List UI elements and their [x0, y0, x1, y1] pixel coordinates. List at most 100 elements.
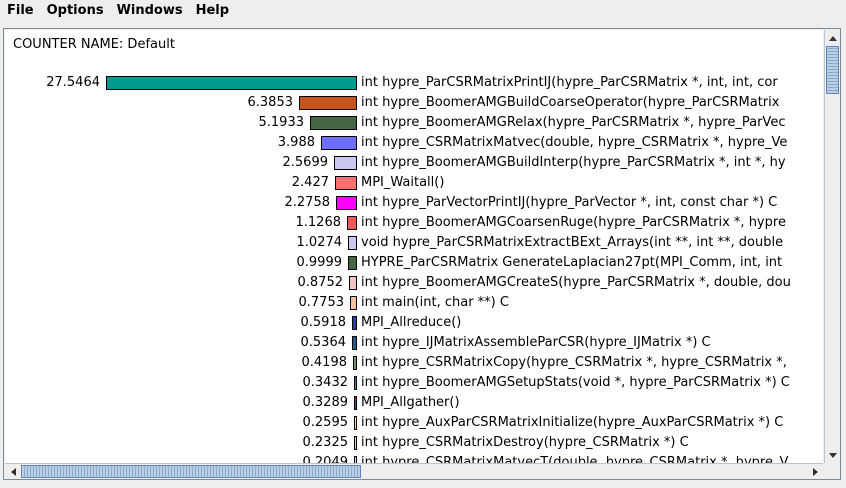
function-name-label: int main(int, char **) C	[361, 295, 509, 310]
function-name-label: int hypre_IJMatrixAssembleParCSR(hypre_I…	[361, 335, 711, 350]
scrollbar-corner	[824, 463, 840, 479]
function-name-label: int hypre_CSRMatrixCopy(hypre_CSRMatrix …	[361, 355, 787, 370]
bar[interactable]	[347, 216, 357, 230]
bar-value-label: 0.9999	[296, 255, 343, 270]
function-name-label: int hypre_CSRMatrixMatvec(double, hypre_…	[361, 135, 788, 150]
vertical-scrollbar[interactable]	[824, 30, 840, 463]
scroll-right-button[interactable]	[807, 464, 823, 480]
bar[interactable]	[349, 276, 357, 290]
bar[interactable]	[348, 256, 357, 270]
table-row[interactable]: 5.1933 int hypre_BoomerAMGRelax(hypre_Par…	[5, 113, 823, 133]
function-name-label: MPI_Allgather()	[361, 395, 460, 410]
function-name-label: int hypre_BoomerAMGSetupStats(void *, hy…	[361, 375, 790, 390]
bar[interactable]	[336, 196, 357, 210]
menu-file[interactable]: File	[1, 0, 40, 22]
bar[interactable]	[348, 236, 357, 250]
table-row[interactable]: 0.2595 int hypre_AuxParCSRMatrixInitializ…	[5, 413, 823, 433]
bar-chart-area: COUNTER NAME: Default 27.5464 int hypre_P…	[5, 30, 823, 463]
table-row[interactable]: 2.427 MPI_Waitall()	[5, 173, 823, 193]
bar-value-label: 5.1933	[258, 115, 305, 130]
bar-value-label: 0.7753	[298, 295, 345, 310]
scroll-left-button[interactable]	[5, 464, 21, 480]
arrow-down-icon	[829, 452, 837, 458]
bar-value-label: 1.1268	[295, 215, 342, 230]
table-row[interactable]: 27.5464 int hypre_ParCSRMatrixPrintIJ(hyp…	[5, 73, 823, 93]
bar-value-label: 0.4198	[301, 355, 348, 370]
bar[interactable]	[354, 376, 357, 390]
arrow-right-icon	[812, 468, 818, 476]
table-row[interactable]: 1.1268 int hypre_BoomerAMGCoarsenRuge(hyp…	[5, 213, 823, 233]
function-name-label: int hypre_BoomerAMGBuildInterp(hypre_Par…	[361, 155, 786, 170]
bar[interactable]	[354, 416, 357, 430]
table-row[interactable]: 0.2325 int hypre_CSRMatrixDestroy(hypre_C…	[5, 433, 823, 453]
horizontal-scrollbar[interactable]	[5, 463, 823, 479]
bar[interactable]	[354, 436, 357, 450]
bar-value-label: 6.3853	[247, 95, 294, 110]
menu-options[interactable]: Options	[41, 0, 110, 22]
bar-value-label: 0.5364	[300, 335, 347, 350]
bar-value-label: 2.2758	[284, 195, 331, 210]
function-name-label: int hypre_CSRMatrixMatvecT(double, hypre…	[361, 455, 789, 463]
bar[interactable]	[106, 76, 357, 90]
function-name-label: HYPRE_ParCSRMatrix GenerateLaplacian27pt…	[361, 255, 783, 270]
bar-value-label: 0.2595	[302, 415, 349, 430]
table-row[interactable]: 0.9999 HYPRE_ParCSRMatrix GenerateLaplaci…	[5, 253, 823, 273]
table-row[interactable]: 0.3289 MPI_Allgather()	[5, 393, 823, 413]
table-row[interactable]: 0.5364 int hypre_IJMatrixAssembleParCSR(h…	[5, 333, 823, 353]
scroll-up-button[interactable]	[825, 30, 841, 46]
table-row[interactable]: 0.7753 int main(int, char **) C	[5, 293, 823, 313]
bar[interactable]	[321, 136, 357, 150]
function-name-label: int hypre_CSRMatrixDestroy(hypre_CSRMatr…	[361, 435, 689, 450]
table-row[interactable]: 0.5918 MPI_Allreduce()	[5, 313, 823, 333]
bar-value-label: 0.3289	[302, 395, 349, 410]
bar-value-label: 0.5918	[300, 315, 347, 330]
menubar: File Options Windows Help	[0, 0, 846, 22]
bar-value-label: 2.427	[291, 175, 329, 190]
bar[interactable]	[310, 116, 357, 130]
arrow-left-icon	[10, 468, 16, 476]
table-row[interactable]: 0.8752 int hypre_BoomerAMGCreateS(hypre_P…	[5, 273, 823, 293]
bar-value-label: 0.2325	[302, 435, 349, 450]
function-name-label: int hypre_ParCSRMatrixPrintIJ(hypre_ParC…	[361, 75, 778, 90]
function-name-label: int hypre_BoomerAMGRelax(hypre_ParCSRMat…	[361, 115, 786, 130]
bar[interactable]	[352, 336, 357, 350]
bar[interactable]	[354, 456, 357, 463]
bar[interactable]	[335, 176, 357, 190]
function-name-label: int hypre_BoomerAMGCoarsenRuge(hypre_Par…	[361, 215, 786, 230]
menu-windows[interactable]: Windows	[111, 0, 189, 22]
profile-panel: COUNTER NAME: Default 27.5464 int hypre_P…	[3, 28, 841, 480]
arrow-up-icon	[829, 35, 837, 41]
bar[interactable]	[352, 316, 357, 330]
table-row[interactable]: 0.3432 int hypre_BoomerAMGSetupStats(void…	[5, 373, 823, 393]
bar-value-label: 3.988	[277, 135, 315, 150]
table-row[interactable]: 6.3853 int hypre_BoomerAMGBuildCoarseOper…	[5, 93, 823, 113]
function-name-label: int hypre_AuxParCSRMatrixInitialize(hypr…	[361, 415, 784, 430]
bar[interactable]	[334, 156, 357, 170]
counter-name-label: COUNTER NAME: Default	[13, 37, 175, 52]
table-row[interactable]: 3.988 int hypre_CSRMatrixMatvec(double, h…	[5, 133, 823, 153]
table-row[interactable]: 0.4198 int hypre_CSRMatrixCopy(hypre_CSRM…	[5, 353, 823, 373]
bar[interactable]	[353, 356, 357, 370]
table-row[interactable]: 2.5699 int hypre_BoomerAMGBuildInterp(hyp…	[5, 153, 823, 173]
bar-value-label: 27.5464	[46, 75, 100, 90]
function-name-label: MPI_Waitall()	[361, 175, 445, 190]
table-row[interactable]: 1.0274 void hypre_ParCSRMatrixExtractBExt…	[5, 233, 823, 253]
horizontal-scroll-thumb[interactable]	[21, 465, 361, 478]
function-name-label: MPI_Allreduce()	[361, 315, 462, 330]
menu-help[interactable]: Help	[190, 0, 235, 22]
function-name-label: void hypre_ParCSRMatrixExtractBExt_Array…	[361, 235, 784, 250]
function-name-label: int hypre_ParVectorPrintIJ(hypre_ParVect…	[361, 195, 778, 210]
bar-value-label: 0.2049	[302, 455, 349, 463]
scroll-down-button[interactable]	[825, 447, 841, 463]
vertical-scroll-thumb[interactable]	[826, 46, 839, 94]
table-row[interactable]: 2.2758 int hypre_ParVectorPrintIJ(hypre_P…	[5, 193, 823, 213]
bar-value-label: 0.8752	[297, 275, 344, 290]
bar-value-label: 0.3432	[302, 375, 349, 390]
function-name-label: int hypre_BoomerAMGCreateS(hypre_ParCSRM…	[361, 275, 791, 290]
table-row[interactable]: 0.2049 int hypre_CSRMatrixMatvecT(double,…	[5, 453, 823, 463]
bar[interactable]	[299, 96, 357, 110]
bar-value-label: 1.0274	[296, 235, 343, 250]
bar[interactable]	[354, 396, 357, 410]
bar[interactable]	[350, 296, 357, 310]
function-name-label: int hypre_BoomerAMGBuildCoarseOperator(h…	[361, 95, 780, 110]
